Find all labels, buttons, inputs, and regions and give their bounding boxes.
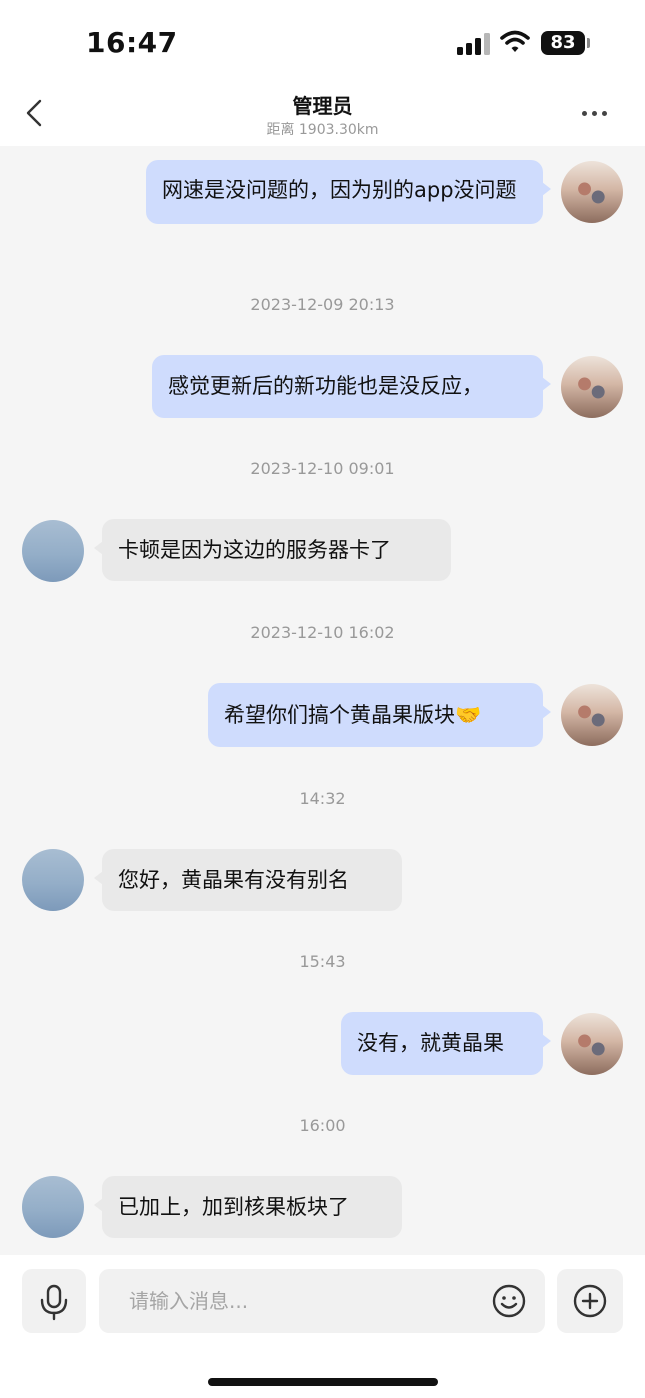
chat-header: 管理员 距离 1903.30km bbox=[0, 88, 645, 146]
my-avatar[interactable] bbox=[561, 161, 623, 223]
message-timestamp: 2023-12-10 16:02 bbox=[250, 623, 395, 642]
admin-avatar[interactable] bbox=[22, 849, 84, 911]
chat-distance: 距离 1903.30km bbox=[266, 122, 379, 138]
admin-avatar[interactable] bbox=[22, 520, 84, 582]
chat-title: 管理员 bbox=[292, 94, 353, 118]
message-bubble-me[interactable]: 没有，就黄晶果 bbox=[341, 1012, 551, 1075]
message-timestamp: 16:00 bbox=[299, 1116, 346, 1135]
voice-input-button[interactable] bbox=[22, 1269, 86, 1333]
my-avatar[interactable] bbox=[561, 1013, 623, 1075]
message-timestamp: 15:43 bbox=[299, 952, 346, 971]
message-bubble-admin[interactable]: 卡顿是因为这边的服务器卡了 bbox=[94, 519, 451, 581]
admin-avatar[interactable] bbox=[22, 1176, 84, 1238]
message-bubble-admin[interactable]: 已加上，加到核果板块了 bbox=[94, 1176, 402, 1238]
status-bar: 16:47 83 bbox=[0, 0, 645, 88]
my-avatar[interactable] bbox=[561, 356, 623, 418]
message-bubble-me[interactable]: 网速是没问题的，因为别的app没问题 bbox=[146, 160, 551, 224]
status-time: 16:47 bbox=[86, 26, 178, 59]
cellular-signal-icon bbox=[457, 33, 491, 55]
message-bubble-me[interactable]: 感觉更新后的新功能也是没反应， bbox=[152, 355, 551, 418]
message-input-bar bbox=[0, 1255, 645, 1398]
more-horizontal-icon[interactable] bbox=[580, 108, 610, 118]
plus-circle-icon bbox=[573, 1284, 607, 1318]
wifi-icon bbox=[500, 30, 530, 52]
message-bubble-me[interactable]: 希望你们搞个黄晶果版块🤝 bbox=[208, 683, 551, 747]
my-avatar[interactable] bbox=[561, 684, 623, 746]
message-bubble-admin[interactable]: 您好，黄晶果有没有别名 bbox=[94, 849, 402, 911]
message-input[interactable] bbox=[99, 1269, 545, 1333]
add-attachment-button[interactable] bbox=[557, 1269, 623, 1333]
home-indicator bbox=[208, 1378, 438, 1386]
smiley-icon[interactable] bbox=[491, 1283, 527, 1319]
message-timestamp: 14:32 bbox=[299, 789, 346, 808]
message-timestamp: 2023-12-09 20:13 bbox=[250, 295, 395, 314]
battery-icon: 83 bbox=[541, 31, 585, 55]
message-timestamp: 2023-12-10 09:01 bbox=[250, 459, 395, 478]
battery-tip bbox=[587, 38, 590, 48]
microphone-icon bbox=[40, 1284, 68, 1321]
